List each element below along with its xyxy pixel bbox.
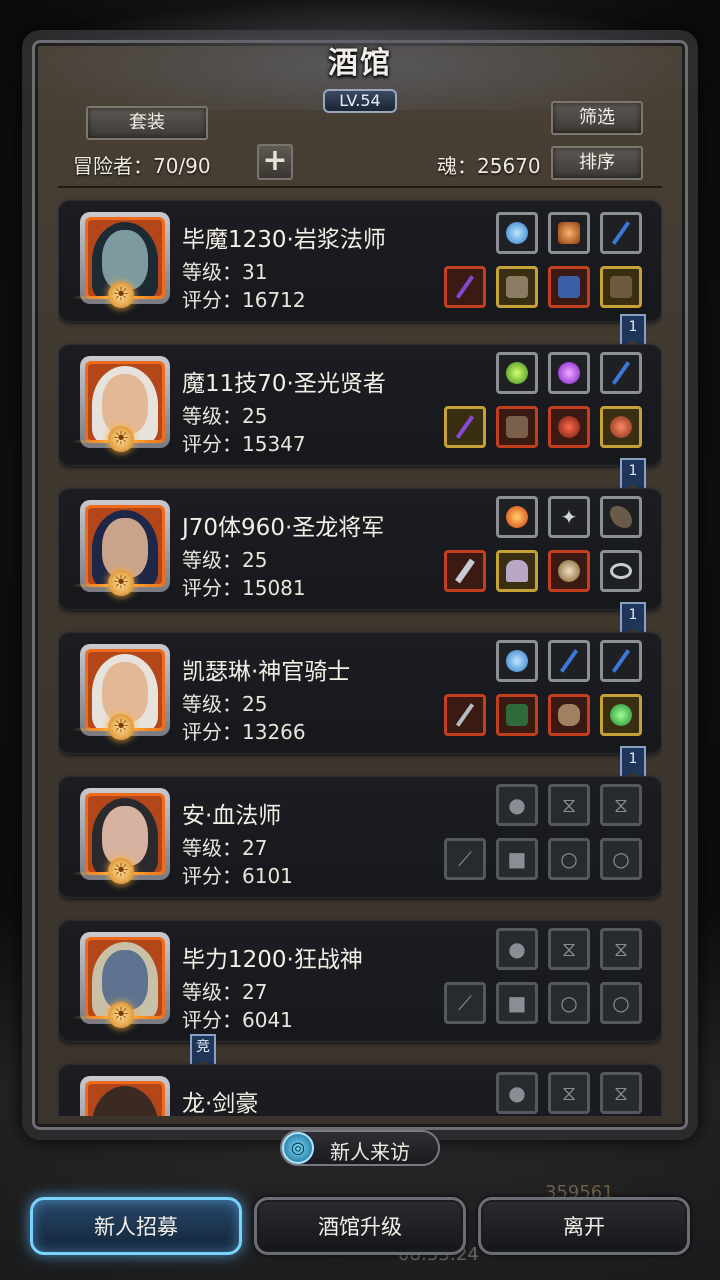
header-divider: [58, 186, 662, 188]
amulet-icon[interactable]: [600, 406, 642, 448]
staff-icon[interactable]: [600, 640, 642, 682]
adventurer-card[interactable]: 魔11技70·圣光贤者 等级：25 评分：15347: [58, 344, 662, 466]
adventurer-score: 评分：13266: [182, 720, 306, 744]
soul-count: 魂：25670: [437, 154, 541, 178]
empty-hourglass-slot-icon[interactable]: ⧖: [548, 1072, 590, 1114]
adventurer-name: 魔11技70·圣光贤者: [182, 371, 386, 397]
boots-icon[interactable]: [600, 266, 642, 308]
ring-icon[interactable]: [548, 406, 590, 448]
ring-icon[interactable]: [600, 550, 642, 592]
empty-fire-slot-icon[interactable]: ●: [496, 928, 538, 970]
recruit-button[interactable]: 新人招募: [30, 1197, 242, 1255]
tavern-upgrade-button[interactable]: 酒馆升级: [254, 1197, 466, 1255]
helmet-icon[interactable]: [496, 550, 538, 592]
armor-icon[interactable]: [496, 266, 538, 308]
staff-icon[interactable]: [600, 352, 642, 394]
rank-flag: 1: [620, 314, 646, 348]
visitor-orb-icon[interactable]: ◎: [282, 1132, 314, 1164]
rank-flag: 1: [620, 458, 646, 492]
adventurer-score: 评分：15347: [182, 432, 306, 456]
adventurer-name: 凯瑟琳·神官骑士: [182, 659, 351, 685]
mask-icon[interactable]: [548, 694, 590, 736]
leave-button[interactable]: 离开: [478, 1197, 690, 1255]
adventurer-count: 冒险者：70/90: [73, 154, 211, 178]
adventurer-card[interactable]: 凯瑟琳·神官骑士 等级：25 评分：13266: [58, 632, 662, 754]
empty-fire-slot-icon[interactable]: ●: [496, 784, 538, 826]
avatar[interactable]: [80, 1076, 170, 1116]
sun-rank-icon: [72, 570, 168, 598]
horn-icon[interactable]: [600, 496, 642, 538]
polearm-icon[interactable]: [444, 266, 486, 308]
sort-button[interactable]: 排序: [551, 146, 643, 180]
adventurer-level: 等级：25: [182, 692, 268, 716]
adventurer-list[interactable]: 毕魔1230·岩浆法师 等级：31 评分：16712 1 魔11技70·圣光贤者…: [58, 196, 662, 1116]
adventurer-level: 等级：25: [182, 548, 268, 572]
title-plate: 酒馆: [300, 38, 420, 88]
adventurer-card[interactable]: 毕魔1230·岩浆法师 等级：31 评分：16712: [58, 200, 662, 322]
rune-icon[interactable]: ✦: [548, 496, 590, 538]
filter-button[interactable]: 筛选: [551, 101, 643, 135]
lantern-icon[interactable]: [548, 212, 590, 254]
greatsword-icon[interactable]: [444, 550, 486, 592]
add-capacity-button[interactable]: +: [257, 144, 293, 180]
adventurer-level: 等级：25: [182, 404, 268, 428]
adventurer-name: 毕力1200·狂战神: [182, 947, 363, 973]
empty-ring-slot-icon[interactable]: ○: [548, 838, 590, 880]
mace-icon[interactable]: [444, 694, 486, 736]
adventurer-card[interactable]: 龙·剑豪 ● ⧖ ⧖: [58, 1064, 662, 1116]
staff-icon[interactable]: [548, 640, 590, 682]
empty-ring-slot-icon[interactable]: ○: [600, 838, 642, 880]
empty-hourglass-slot-icon[interactable]: ⧖: [548, 784, 590, 826]
wand-icon[interactable]: [444, 406, 486, 448]
sun-rank-icon: [72, 1002, 168, 1030]
empty-hourglass-slot-icon[interactable]: ⧖: [600, 1072, 642, 1114]
empty-ring-slot-icon[interactable]: ○: [548, 982, 590, 1024]
flame-torch-icon[interactable]: [496, 352, 538, 394]
visitor-label[interactable]: 新人来访: [330, 1136, 410, 1165]
sun-rank-icon: [72, 714, 168, 742]
adventurer-level: 等级：27: [182, 836, 268, 860]
adventurer-card[interactable]: J70体960·圣龙将军 等级：25 评分：15081 ✦: [58, 488, 662, 610]
empty-axe-slot-icon[interactable]: ⟋: [444, 982, 486, 1024]
empty-ring-slot-icon[interactable]: ○: [600, 982, 642, 1024]
adventurer-card[interactable]: 安·血法师 等级：27 评分：6101 ● ⧖ ⧖ ⟋ ■ ○ ○: [58, 776, 662, 898]
empty-fire-slot-icon[interactable]: ●: [496, 1072, 538, 1114]
rank-flag: 1: [620, 602, 646, 636]
adventurer-score: 评分：15081: [182, 576, 306, 600]
adventurer-name: J70体960·圣龙将军: [182, 515, 385, 541]
empty-armor-slot-icon[interactable]: ■: [496, 982, 538, 1024]
empty-armor-slot-icon[interactable]: ■: [496, 838, 538, 880]
crystal-icon[interactable]: [548, 352, 590, 394]
adventurer-name: 安·血法师: [182, 803, 282, 829]
armor-icon[interactable]: [496, 694, 538, 736]
armor-icon[interactable]: [496, 406, 538, 448]
sun-rank-icon: [72, 858, 168, 886]
sun-rank-icon: [72, 282, 168, 310]
emerald-icon[interactable]: [600, 694, 642, 736]
fire-icon[interactable]: [496, 496, 538, 538]
rank-flag: 1: [620, 746, 646, 780]
adventurer-level: 等级：27: [182, 980, 268, 1004]
adventurer-name: 龙·剑豪: [182, 1091, 259, 1116]
adventurer-level: 等级：31: [182, 260, 268, 284]
page-title: 酒馆: [328, 46, 392, 81]
adventurer-score: 评分：16712: [182, 288, 306, 312]
orb-icon[interactable]: [496, 640, 538, 682]
empty-hourglass-slot-icon[interactable]: ⧖: [600, 928, 642, 970]
staff-icon[interactable]: [600, 212, 642, 254]
adventurer-card[interactable]: 毕力1200·狂战神 等级：27 评分：6041 ● ⧖ ⧖ ⟋ ■ ○ ○: [58, 920, 662, 1042]
adventurer-score: 评分：6101: [182, 864, 293, 888]
gauntlet-icon[interactable]: [548, 266, 590, 308]
empty-weapon-slot-icon[interactable]: ⟋: [444, 838, 486, 880]
ring-icon[interactable]: [548, 550, 590, 592]
empty-hourglass-slot-icon[interactable]: ⧖: [548, 928, 590, 970]
empty-hourglass-slot-icon[interactable]: ⧖: [600, 784, 642, 826]
tavern-level-badge: LV.54: [323, 89, 397, 113]
adventurer-score: 评分：6041: [182, 1008, 293, 1032]
adventurer-name: 毕魔1230·岩浆法师: [182, 227, 386, 253]
suit-button[interactable]: 套装: [86, 106, 208, 140]
orb-icon[interactable]: [496, 212, 538, 254]
sun-rank-icon: [72, 426, 168, 454]
arena-flag: 竞: [190, 1034, 216, 1068]
